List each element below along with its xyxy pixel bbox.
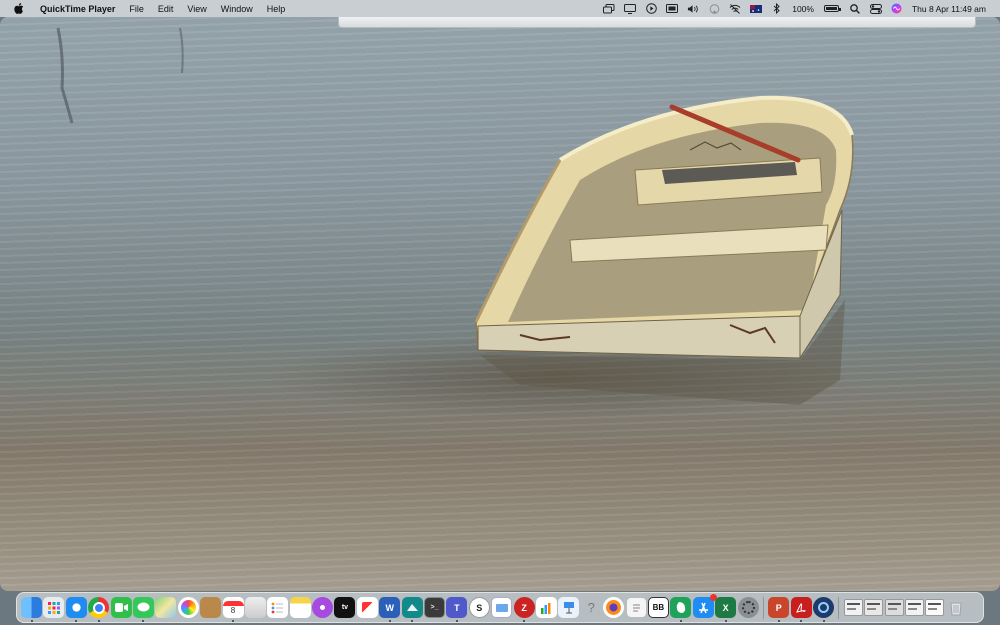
calendar-day: 8 bbox=[230, 605, 236, 615]
minimized-window-3[interactable] bbox=[884, 599, 904, 616]
news-icon[interactable] bbox=[356, 597, 378, 618]
zotero-label: Z bbox=[521, 602, 527, 613]
play-circle-icon[interactable] bbox=[645, 3, 657, 14]
evernote-icon[interactable] bbox=[670, 597, 692, 622]
contacts-icon[interactable] bbox=[200, 597, 222, 618]
display-icon[interactable] bbox=[624, 3, 637, 14]
apple-tv-label: tv bbox=[341, 604, 349, 611]
siri-icon[interactable] bbox=[891, 3, 903, 14]
microsoft-word-icon[interactable]: W bbox=[379, 597, 401, 622]
spotlight-search-icon[interactable] bbox=[849, 3, 861, 14]
word-label: W bbox=[385, 602, 395, 613]
messages-icon[interactable] bbox=[132, 597, 154, 622]
volume-icon[interactable] bbox=[687, 3, 699, 14]
bluetooth-icon[interactable] bbox=[771, 3, 783, 14]
podcasts-icon[interactable] bbox=[312, 597, 334, 618]
bbedit-icon[interactable]: BB bbox=[647, 597, 669, 618]
microsoft-powerpoint-icon[interactable]: P bbox=[768, 597, 790, 622]
apple-tv-icon[interactable]: tv bbox=[334, 597, 356, 618]
textedit-icon[interactable] bbox=[625, 597, 647, 618]
quicktime-icon[interactable] bbox=[813, 597, 835, 622]
input-source-flag-icon[interactable] bbox=[750, 3, 763, 14]
battery-icon[interactable] bbox=[823, 3, 841, 14]
airplay-icon[interactable] bbox=[708, 3, 720, 14]
dock: 8 tv W >_ T S Z ? BB X P bbox=[16, 592, 984, 623]
zotero-icon[interactable]: Z bbox=[513, 597, 535, 622]
apple-menu-icon[interactable] bbox=[0, 3, 38, 14]
help-viewer-icon[interactable]: ? bbox=[581, 597, 602, 618]
control-center-icon[interactable] bbox=[869, 3, 882, 14]
screen-mirroring-icon[interactable] bbox=[666, 3, 679, 14]
launchpad-icon[interactable] bbox=[43, 597, 65, 618]
quicktime-video-window[interactable] bbox=[0, 17, 1000, 591]
terminal-icon[interactable]: >_ bbox=[424, 597, 446, 618]
app-menu-quicktime[interactable]: QuickTime Player bbox=[38, 4, 122, 14]
wifi-off-icon[interactable] bbox=[729, 3, 741, 14]
help-label: ? bbox=[587, 600, 595, 615]
menu-window[interactable]: Window bbox=[214, 4, 260, 14]
system-preferences-icon[interactable] bbox=[737, 597, 759, 618]
menubar-clock[interactable]: Thu 8 Apr 11:49 am bbox=[912, 4, 986, 14]
teams-label: T bbox=[454, 602, 460, 613]
firefox-icon[interactable] bbox=[603, 597, 625, 618]
keynote-icon[interactable] bbox=[558, 597, 580, 618]
maps-icon[interactable] bbox=[155, 597, 177, 618]
bbedit-label: BB bbox=[652, 603, 665, 612]
photos-icon[interactable] bbox=[177, 597, 199, 618]
window-stack-icon[interactable] bbox=[603, 3, 615, 14]
kindle-icon[interactable] bbox=[401, 597, 423, 622]
menu-view[interactable]: View bbox=[180, 4, 213, 14]
minimized-window-2[interactable] bbox=[864, 599, 884, 616]
dock-separator-2 bbox=[838, 596, 840, 619]
chrome-icon[interactable] bbox=[88, 597, 110, 622]
scrivener-label: S bbox=[476, 602, 483, 613]
image-capture-icon[interactable] bbox=[244, 597, 266, 618]
menu-help[interactable]: Help bbox=[260, 4, 293, 14]
sunken-boat-image bbox=[56, 27, 854, 405]
excel-label: X bbox=[722, 602, 729, 613]
dock-separator bbox=[762, 596, 764, 619]
microsoft-excel-icon[interactable]: X bbox=[715, 597, 737, 622]
notes-icon[interactable] bbox=[289, 597, 311, 618]
menu-bar: QuickTime Player File Edit View Window H… bbox=[0, 0, 1000, 17]
facetime-icon[interactable] bbox=[110, 597, 132, 618]
app-store-icon[interactable] bbox=[692, 594, 717, 618]
preview-icon[interactable] bbox=[491, 597, 513, 618]
minimized-window-4[interactable] bbox=[905, 599, 925, 616]
safari-icon[interactable] bbox=[65, 597, 87, 622]
numbers-icon[interactable] bbox=[535, 597, 557, 618]
finder-icon[interactable] bbox=[21, 597, 42, 622]
reminders-icon[interactable] bbox=[267, 597, 289, 618]
menu-edit[interactable]: Edit bbox=[151, 4, 181, 14]
menu-file[interactable]: File bbox=[122, 4, 151, 14]
microsoft-teams-icon[interactable]: T bbox=[446, 597, 468, 622]
battery-percent: 100% bbox=[792, 3, 814, 14]
acrobat-reader-icon[interactable] bbox=[790, 597, 812, 622]
trash-icon[interactable] bbox=[946, 597, 967, 618]
minimized-window-5[interactable] bbox=[925, 599, 945, 616]
powerpoint-label: P bbox=[775, 602, 782, 613]
scrivener-icon[interactable]: S bbox=[468, 597, 490, 618]
calendar-icon[interactable]: 8 bbox=[222, 597, 244, 622]
window-title-strip[interactable] bbox=[338, 17, 976, 28]
minimized-window-1[interactable] bbox=[843, 599, 863, 616]
